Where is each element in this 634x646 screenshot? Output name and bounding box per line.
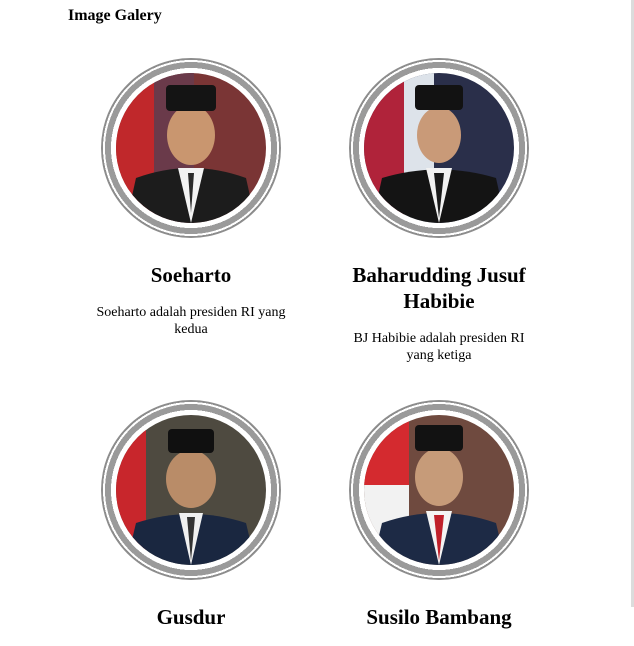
person-name: Gusdur	[156, 605, 226, 629]
person-name: Susilo Bambang	[366, 605, 512, 629]
page-title: Image Galery	[68, 7, 162, 24]
portrait-image[interactable]	[364, 415, 514, 565]
person-description: BJ Habibie adalah presiden RI yang ketig…	[353, 331, 525, 363]
person-name: Soeharto	[150, 263, 232, 287]
gallery-card: Soeharto Soeharto adalah presiden RI yan…	[81, 58, 301, 338]
photo-frame	[349, 58, 529, 238]
photo-frame	[101, 400, 281, 580]
gallery-card: Susilo Bambang	[329, 400, 549, 646]
portrait-image[interactable]	[116, 415, 266, 565]
photo-frame	[349, 400, 529, 580]
gallery-card: Baharudding Jusuf Habibie BJ Habibie ada…	[329, 58, 549, 364]
person-name: Baharudding Jusuf Habibie	[352, 263, 526, 313]
photo-frame	[101, 58, 281, 238]
gallery-card: Gusdur	[81, 400, 301, 646]
person-description: Soeharto adalah presiden RI yang kedua	[96, 305, 286, 337]
portrait-image[interactable]	[364, 73, 514, 223]
portrait-image[interactable]	[116, 73, 266, 223]
